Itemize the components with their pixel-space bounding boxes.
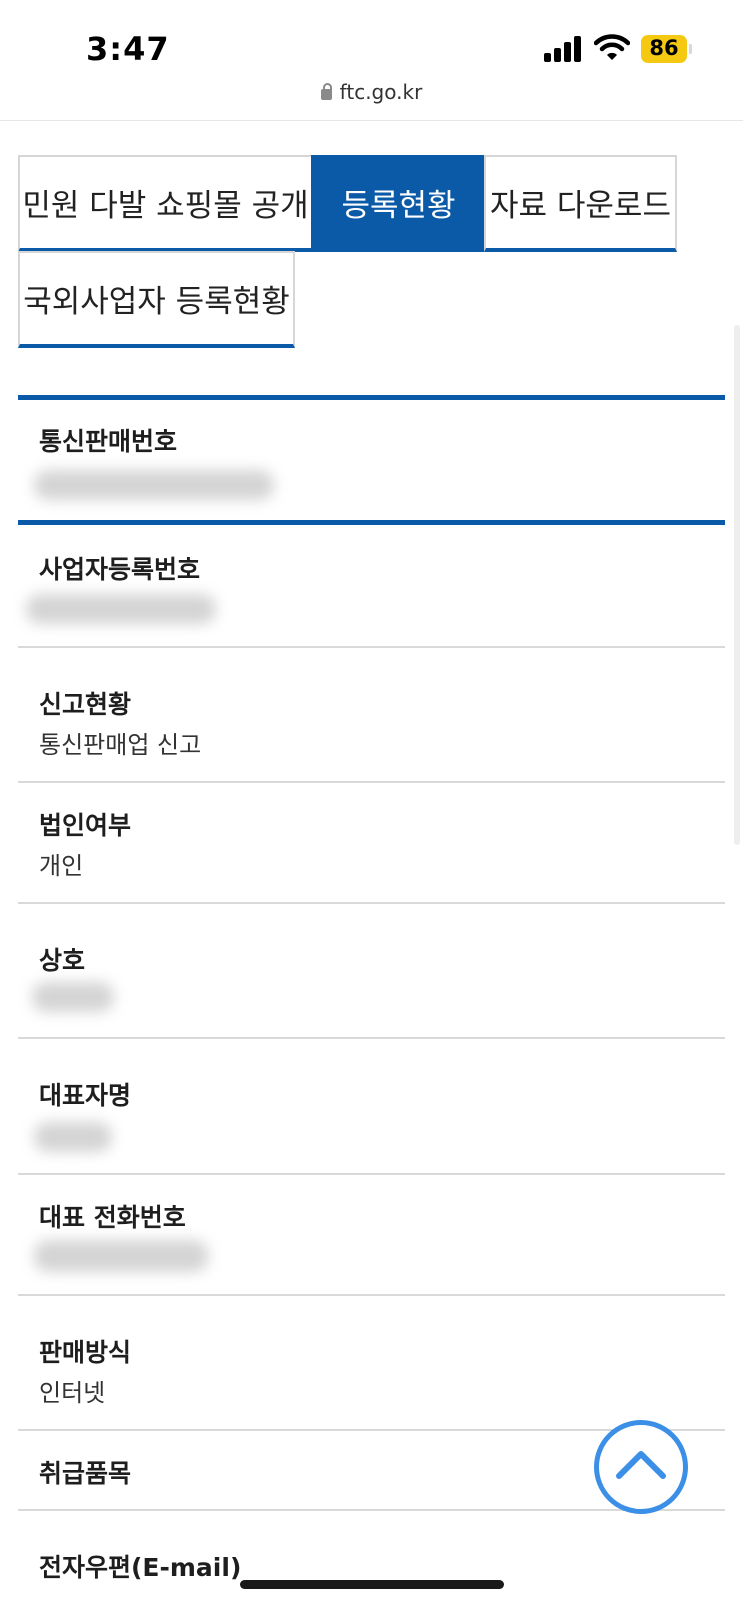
chevron-up-icon — [616, 1451, 666, 1479]
wifi-icon — [594, 34, 630, 60]
redacted-value — [32, 982, 114, 1012]
field-label-phone: 대표 전화번호 — [39, 1203, 186, 1232]
tab-label: 자료 다운로드 — [490, 188, 671, 224]
divider — [18, 520, 725, 525]
redacted-value — [26, 594, 216, 624]
field-label-sales-method: 판매방식 — [39, 1338, 132, 1367]
divider — [18, 1509, 725, 1511]
field-label-products: 취급품목 — [39, 1459, 132, 1488]
divider — [18, 1173, 725, 1175]
field-value-report-status: 통신판매업 신고 — [39, 731, 202, 759]
tab-label: 국외사업자 등록현황 — [23, 284, 290, 320]
lock-icon — [320, 83, 332, 100]
status-time: 3:47 — [86, 30, 170, 68]
divider — [18, 395, 725, 400]
field-label-mail-order-number: 통신판매번호 — [39, 427, 178, 456]
battery-level: 86 — [649, 36, 679, 60]
status-bar: 3:47 86 ftc.go.kr — [0, 0, 743, 121]
address-bar[interactable]: ftc.go.kr — [0, 80, 743, 104]
redacted-value — [34, 1240, 208, 1272]
divider — [18, 781, 725, 783]
field-label-company-name: 상호 — [39, 946, 86, 975]
url-text: ftc.go.kr — [339, 80, 423, 104]
field-label-corporation: 법인여부 — [39, 811, 132, 840]
scrollbar[interactable] — [734, 325, 740, 845]
divider — [18, 1037, 725, 1039]
tab-data-download[interactable]: 자료 다운로드 — [484, 155, 677, 252]
field-value-corporation: 개인 — [39, 852, 84, 880]
field-label-email: 전자우편(E-mail) — [39, 1553, 242, 1582]
field-label-report-status: 신고현황 — [39, 690, 132, 719]
field-value-sales-method: 인터넷 — [39, 1379, 106, 1407]
field-label-representative: 대표자명 — [39, 1081, 132, 1110]
tab-complaint-malls[interactable]: 민원 다발 쇼핑몰 공개 — [18, 155, 313, 252]
scroll-top-button[interactable] — [594, 1420, 688, 1514]
home-indicator[interactable] — [240, 1580, 504, 1589]
tab-registration-status[interactable]: 등록현황 — [311, 155, 486, 252]
tab-label: 등록현황 — [341, 188, 456, 224]
divider — [18, 646, 725, 648]
tab-overseas-registration[interactable]: 국외사업자 등록현황 — [18, 251, 295, 348]
tab-label: 민원 다발 쇼핑몰 공개 — [22, 188, 309, 224]
redacted-value — [34, 470, 274, 500]
divider — [18, 902, 725, 904]
cellular-signal-icon — [544, 34, 582, 62]
battery-icon: 86 — [641, 35, 692, 63]
field-label-business-number: 사업자등록번호 — [39, 555, 201, 584]
divider — [18, 1294, 725, 1296]
redacted-value — [34, 1122, 112, 1152]
